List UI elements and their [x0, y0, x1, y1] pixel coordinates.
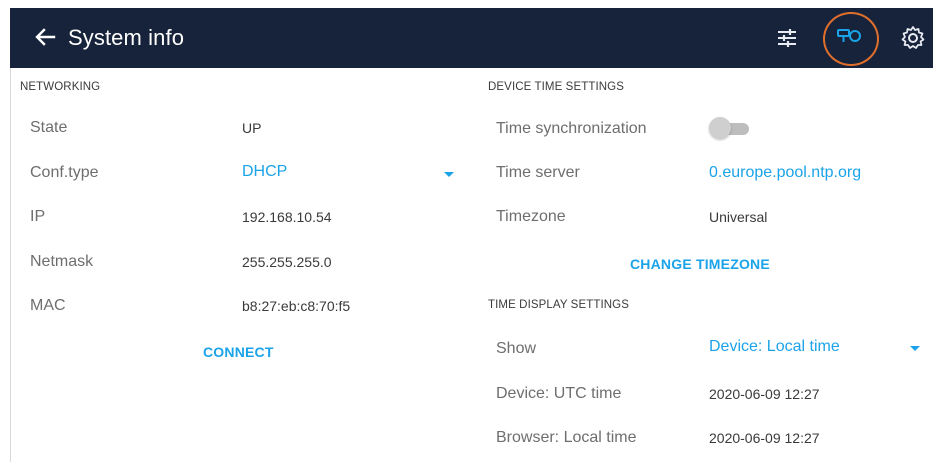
netmask-label: Netmask [30, 253, 94, 270]
device-time-section-title: DEVICE TIME SETTINGS [488, 81, 624, 93]
browser-local-label: Browser: Local time [496, 429, 637, 446]
device-utc-value: 2020-06-09 12:27 [709, 386, 820, 402]
show-dropdown-icon[interactable] [910, 346, 920, 351]
state-label: State [30, 119, 68, 136]
conf-type-label: Conf.type [30, 164, 99, 181]
timezone-value: Universal [709, 209, 768, 225]
mac-value: b8:27:eb:c8:70:f5 [242, 298, 351, 314]
change-timezone-button[interactable]: CHANGE TIMEZONE [630, 256, 770, 272]
time-sync-label: Time synchronization [496, 120, 647, 137]
gear-icon[interactable] [900, 25, 928, 53]
toggle-thumb [709, 117, 731, 139]
ip-label: IP [30, 208, 46, 225]
back-arrow-icon[interactable] [32, 24, 58, 50]
ip-value: 192.168.10.54 [242, 209, 332, 225]
timezone-label: Timezone [496, 208, 566, 225]
time-server-label: Time server [496, 164, 580, 181]
networking-section-title: NETWORKING [20, 81, 101, 93]
connect-button[interactable]: CONNECT [203, 344, 274, 360]
top-app-bar: System info [10, 8, 933, 68]
show-select[interactable]: Device: Local time [709, 338, 840, 356]
show-label: Show [496, 340, 537, 357]
page-title: System info [68, 25, 185, 50]
time-sync-toggle[interactable] [709, 117, 753, 141]
conf-type-dropdown-icon[interactable] [444, 172, 454, 177]
mac-label: MAC [30, 297, 66, 314]
time-server-value[interactable]: 0.europe.pool.ntp.org [709, 164, 861, 182]
conf-type-select[interactable]: DHCP [242, 163, 287, 181]
netmask-value: 255.255.255.0 [242, 254, 332, 270]
time-display-section-title: TIME DISPLAY SETTINGS [488, 299, 629, 311]
state-value: UP [242, 120, 262, 136]
device-utc-label: Device: UTC time [496, 385, 622, 402]
browser-local-value: 2020-06-09 12:27 [709, 430, 820, 446]
panel-border [10, 68, 11, 462]
sliders-icon[interactable] [775, 26, 803, 54]
highlight-circle [823, 12, 879, 66]
